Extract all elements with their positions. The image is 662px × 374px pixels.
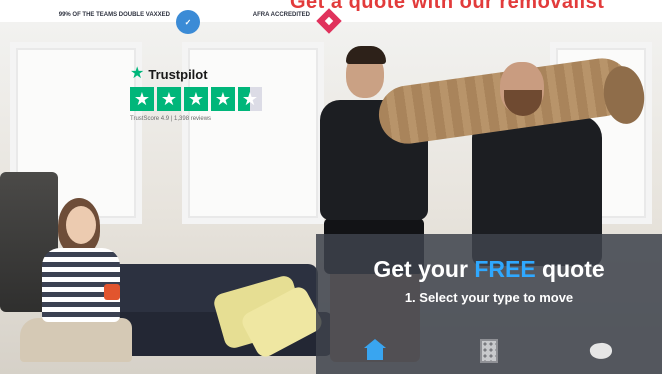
trustpilot-name: Trustpilot — [148, 66, 208, 82]
trustpilot-rating: ★ ★ ★ ★ ★ — [130, 87, 272, 111]
move-type-options — [316, 334, 662, 368]
woman-face — [66, 206, 96, 244]
rating-star-icon: ★ — [211, 87, 235, 111]
trustpilot-widget[interactable]: ★ Trustpilot ★ ★ ★ ★ ★ TrustScore 4.9 | … — [130, 66, 272, 122]
circle-check-icon: ✓ — [176, 10, 200, 34]
mug — [104, 284, 120, 300]
quote-title-prefix: Get your — [373, 256, 468, 282]
australia-map-icon — [588, 341, 614, 361]
vaccination-badge-text: 99% of the teams double vaxxed — [58, 12, 170, 18]
building-icon — [480, 339, 498, 363]
move-type-house-option[interactable] — [360, 336, 390, 366]
rating-star-icon: ★ — [157, 87, 181, 111]
quote-title: Get your FREE quote — [316, 256, 662, 283]
quote-panel: Get your FREE quote 1. Select your type … — [316, 234, 662, 374]
accreditation-badge-text: AFRA accredited — [252, 12, 310, 18]
rating-star-icon: ★ — [184, 87, 208, 111]
trustpilot-score: TrustScore 4.9 | 1,398 reviews — [130, 116, 212, 122]
cropped-heading: Get a quote with our removalist — [290, 0, 605, 11]
trustpilot-header: ★ Trustpilot — [130, 66, 272, 82]
rating-half-star-icon: ★ — [238, 87, 262, 111]
mover-hair — [346, 46, 386, 64]
rating-star-icon: ★ — [130, 87, 154, 111]
quote-step-label: 1. Select your type to move — [404, 290, 574, 305]
quote-title-suffix: quote — [542, 256, 605, 282]
quote-title-free: FREE — [474, 256, 536, 282]
trustpilot-star-icon: ★ — [130, 65, 145, 82]
house-icon — [364, 339, 386, 360]
move-type-interstate-option[interactable] — [586, 336, 616, 366]
woman-legs — [20, 318, 132, 362]
diamond-inner-icon — [324, 16, 334, 26]
move-type-office-option[interactable] — [474, 336, 504, 366]
page: Get a quote with our removalist 99% of t… — [0, 0, 662, 374]
